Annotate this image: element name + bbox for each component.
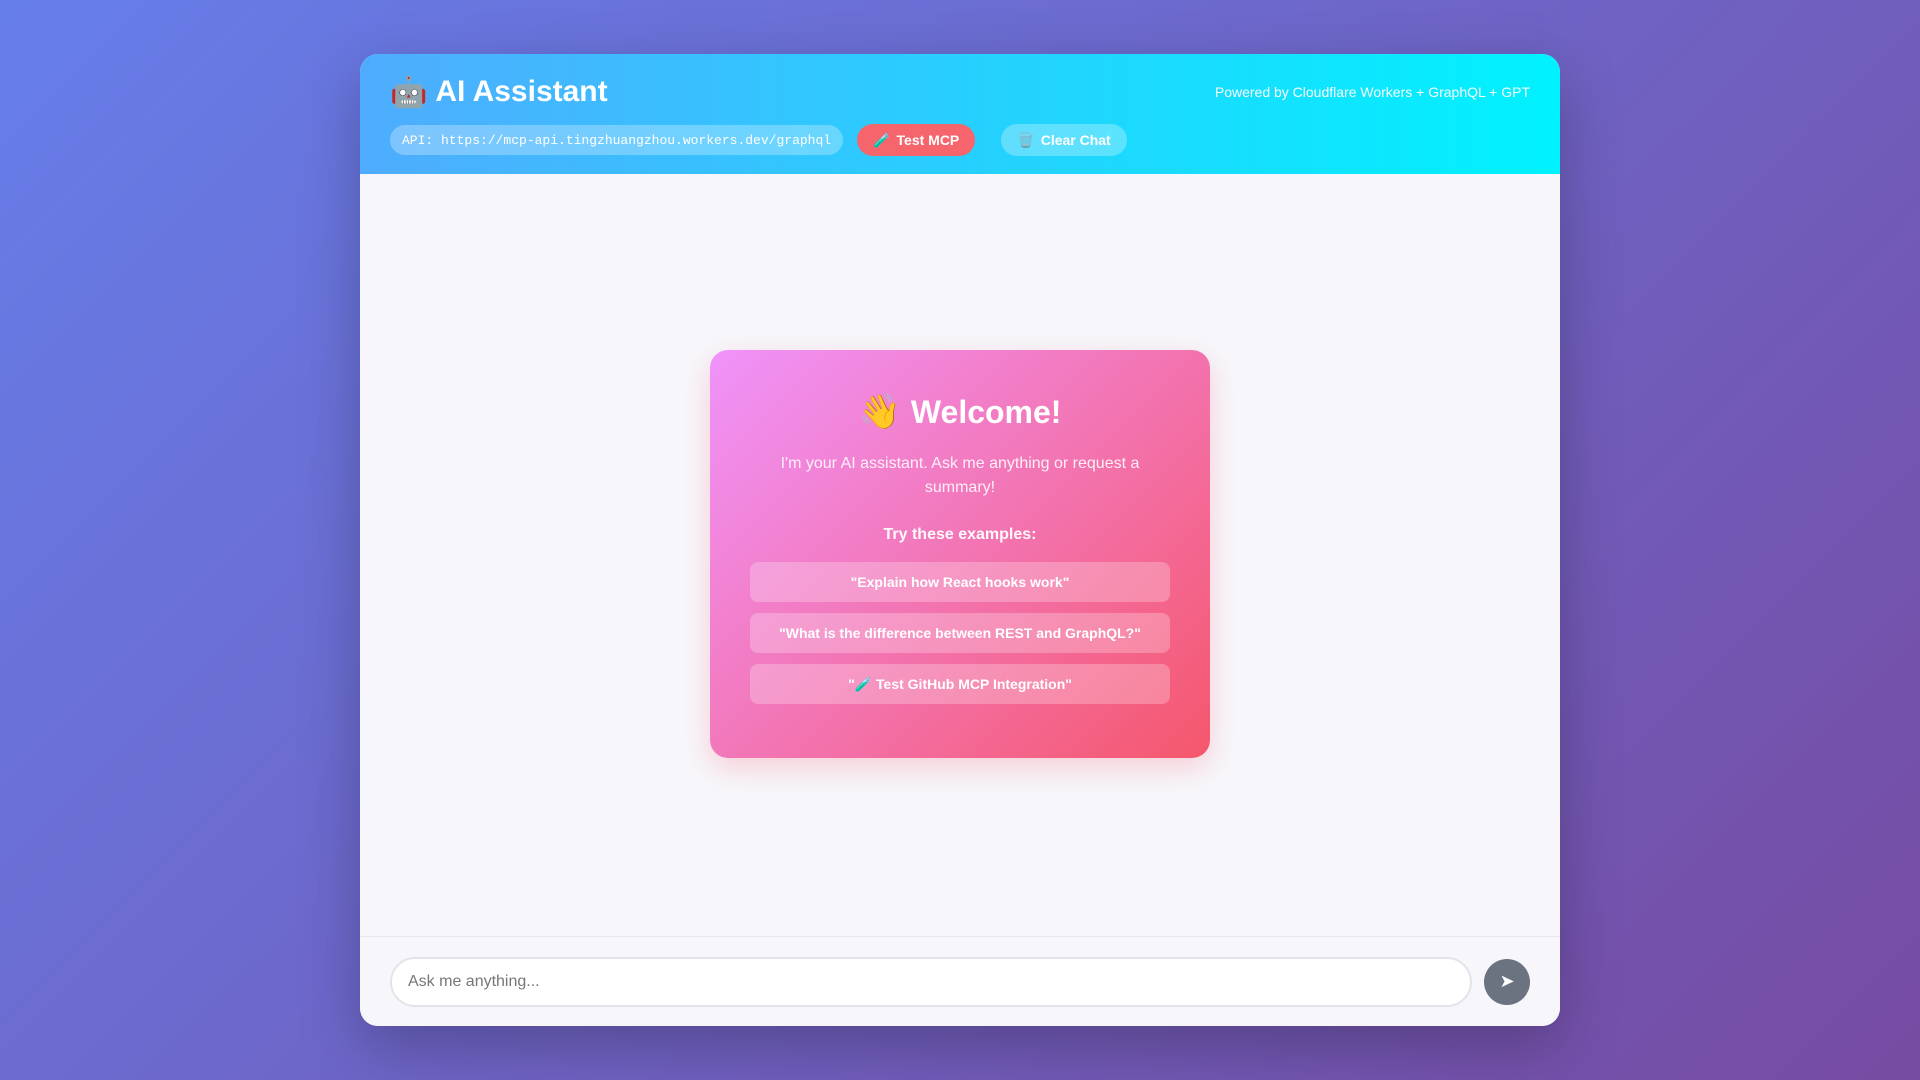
example-prompt-rest-vs-graphql[interactable]: "What is the difference between REST and… [750, 613, 1170, 653]
app-title-text: AI Assistant [435, 75, 608, 108]
app-header: 🤖 AI Assistant Powered by Cloudflare Wor… [360, 54, 1560, 174]
welcome-title: 👋 Welcome! [710, 392, 1210, 432]
chat-messages-area: 👋 Welcome! I'm your AI assistant. Ask me… [360, 174, 1560, 936]
welcome-title-text: Welcome! [910, 393, 1062, 430]
chat-app-window: 🤖 AI Assistant Powered by Cloudflare Wor… [360, 54, 1560, 1026]
powered-by-text: Powered by Cloudflare Workers + GraphQL … [1214, 84, 1530, 100]
examples-label: Try these examples: [883, 526, 1037, 543]
send-arrow-icon: ➤ [1499, 971, 1515, 991]
welcome-card: 👋 Welcome! I'm your AI assistant. Ask me… [710, 350, 1210, 758]
welcome-description: I'm your AI assistant. Ask me anything o… [780, 455, 1140, 496]
clear-chat-button[interactable]: 🗑️ Clear Chat [1001, 124, 1127, 156]
waving-hand-icon: 👋 [858, 393, 901, 431]
test-tube-icon: 🧪 [873, 131, 891, 148]
trash-icon: 🗑️ [1017, 131, 1035, 148]
robot-icon: 🤖 [390, 75, 428, 109]
api-endpoint-badge: API: https://mcp-api.tingzhuangzhou.work… [390, 125, 844, 155]
clear-chat-label: Clear Chat [1040, 132, 1111, 148]
test-mcp-label: Test MCP [896, 132, 960, 148]
app-title: 🤖 AI Assistant [390, 75, 608, 110]
send-button[interactable]: ➤ [1484, 958, 1530, 1005]
message-input[interactable] [390, 956, 1472, 1007]
header-controls: API: https://mcp-api.tingzhuangzhou.work… [390, 124, 1530, 156]
message-input-bar: ➤ [360, 936, 1560, 1026]
example-prompt-react-hooks[interactable]: "Explain how React hooks work" [750, 562, 1170, 602]
example-prompt-test-github-mcp[interactable]: "🧪 Test GitHub MCP Integration" [750, 664, 1170, 704]
test-mcp-button[interactable]: 🧪 Test MCP [857, 124, 976, 156]
example-prompts: "Explain how React hooks work" "What is … [710, 562, 1210, 704]
